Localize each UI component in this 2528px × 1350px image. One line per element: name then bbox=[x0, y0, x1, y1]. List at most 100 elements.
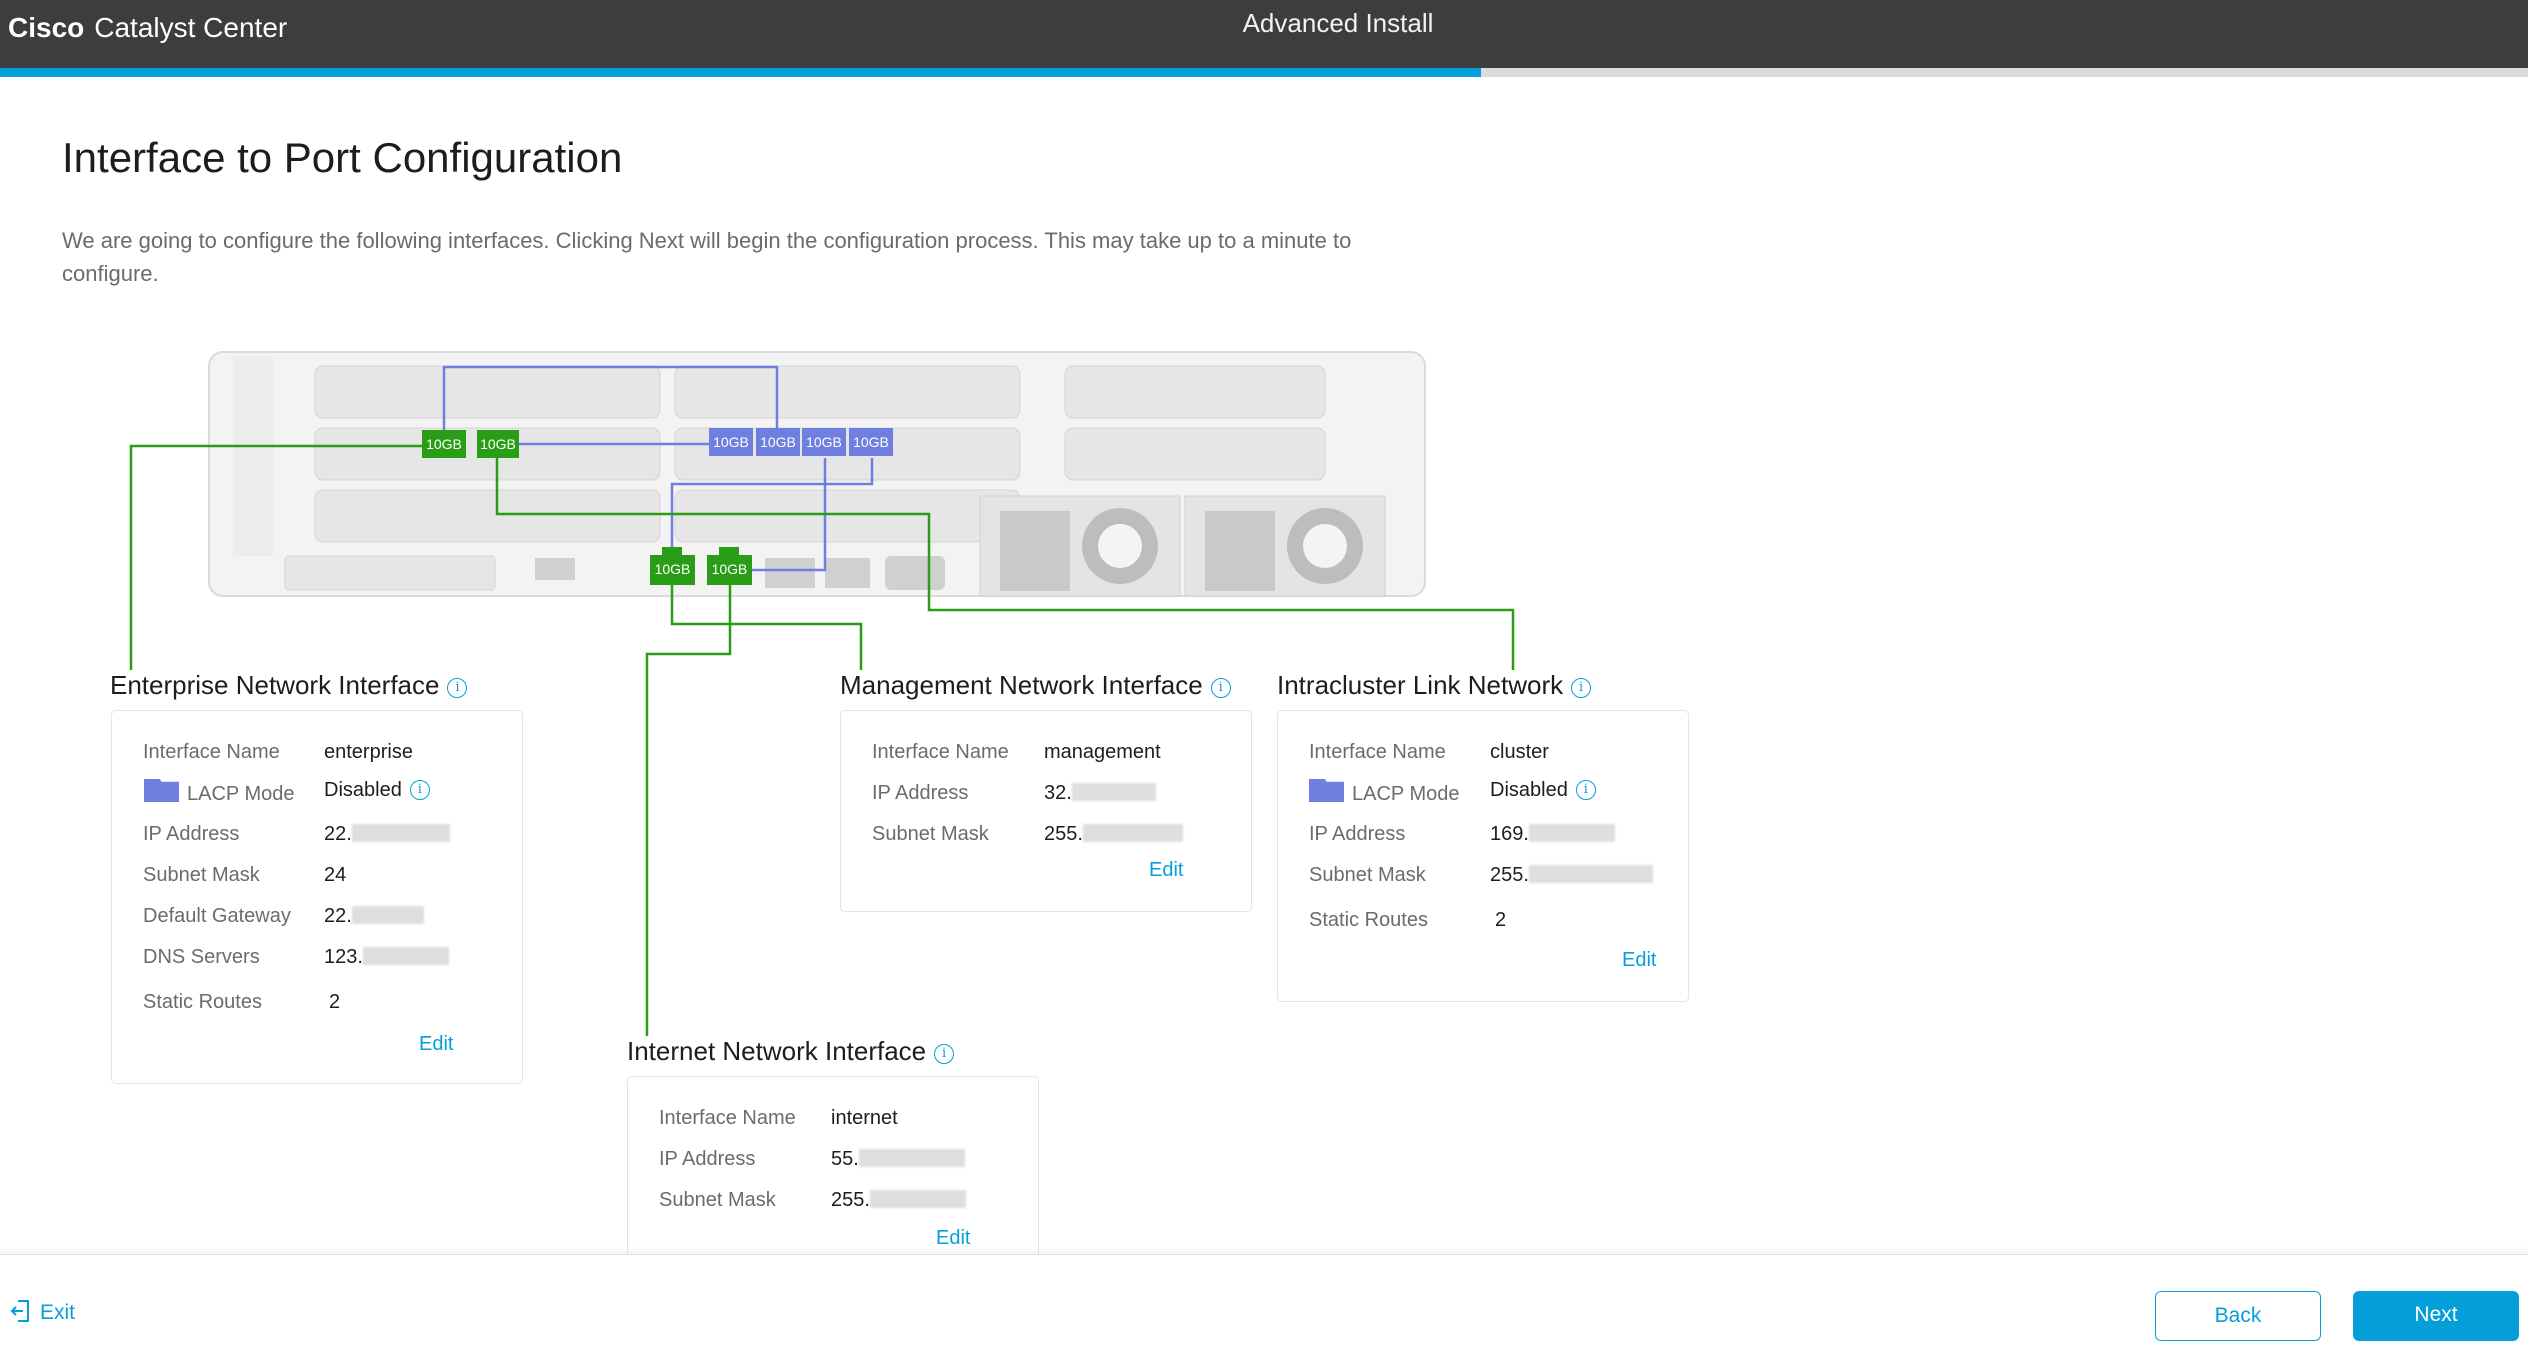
redacted-value bbox=[1528, 865, 1653, 883]
static-routes-link[interactable]: 2 bbox=[329, 991, 340, 1014]
wizard-footer: Exit Back Next bbox=[0, 1254, 2528, 1350]
port-10gb-internet[interactable]: 10GB bbox=[707, 547, 752, 585]
server-rear-panel-image bbox=[208, 351, 1426, 597]
exit-icon bbox=[10, 1300, 29, 1322]
field-label: Subnet Mask bbox=[1309, 864, 1426, 886]
page-description: We are going to configure the following … bbox=[62, 228, 1352, 286]
internet-link bbox=[645, 585, 732, 1036]
power-supply-2 bbox=[1184, 495, 1386, 597]
info-icon[interactable]: i bbox=[1210, 678, 1231, 698]
field-label: Subnet Mask bbox=[143, 864, 260, 886]
redacted-value bbox=[351, 906, 424, 924]
ip-prefix: 22. bbox=[324, 823, 352, 845]
management-interface-card: Interface Name management IP Address 32. S… bbox=[840, 710, 1252, 912]
enterprise-subnet-row: Subnet Mask 24 bbox=[143, 864, 346, 887]
field-value: 255. bbox=[831, 1189, 966, 1212]
next-button[interactable]: Next bbox=[2353, 1291, 2519, 1341]
lacp-value: Disabled bbox=[1490, 779, 1568, 801]
field-label: Interface Name bbox=[1309, 741, 1446, 763]
ip-prefix: 32. bbox=[1044, 782, 1072, 804]
wizard-progress-bar bbox=[0, 68, 2528, 77]
field-label: Default Gateway bbox=[143, 905, 291, 927]
ip-prefix: 169. bbox=[1490, 823, 1529, 845]
exit-label: Exit bbox=[40, 1301, 76, 1324]
field-label: Subnet Mask bbox=[659, 1189, 776, 1211]
back-button[interactable]: Back bbox=[2155, 1291, 2321, 1341]
field-label: Interface Name bbox=[659, 1107, 796, 1129]
cluster-title-text: Intracluster Link Network bbox=[1277, 670, 1564, 700]
field-value: enterprise bbox=[324, 741, 413, 763]
cluster-ip-row: IP Address 169. bbox=[1309, 823, 1615, 846]
field-label: Static Routes bbox=[1309, 909, 1428, 931]
enterprise-interface-card: Interface Name enterprise LACP Mode Disabl… bbox=[111, 710, 523, 1084]
redacted-value bbox=[1528, 824, 1615, 842]
cluster-interface-name-row: Interface Name cluster bbox=[1309, 741, 1549, 764]
field-label: IP Address bbox=[143, 823, 240, 845]
field-value: 169. bbox=[1490, 823, 1615, 846]
port-10gb-enterprise[interactable]: 10GB bbox=[422, 430, 466, 458]
field-value: 32. bbox=[1044, 782, 1156, 805]
field-label: LACP Mode bbox=[187, 783, 295, 805]
field-label: IP Address bbox=[1309, 823, 1406, 845]
port-10gb-unassigned-2[interactable]: 10GB bbox=[756, 428, 800, 456]
ip-prefix: 123. bbox=[324, 946, 363, 968]
wizard-progress-fill bbox=[0, 68, 1482, 77]
power-supply-1 bbox=[979, 495, 1181, 597]
app-header: Cisco Catalyst Center Advanced Install bbox=[0, 0, 2528, 68]
cluster-routes-row: Static Routes 2 bbox=[1309, 909, 1506, 932]
enterprise-routes-row: Static Routes 2 bbox=[143, 991, 340, 1014]
lacp-value: Disabled bbox=[324, 779, 402, 801]
field-label: IP Address bbox=[872, 782, 969, 804]
port-10gb-management[interactable]: 10GB bbox=[650, 547, 695, 585]
field-label: LACP Mode bbox=[1352, 783, 1460, 805]
folder-icon bbox=[1309, 779, 1344, 802]
port-10gb-unassigned-1[interactable]: 10GB bbox=[709, 428, 753, 456]
field-label: Static Routes bbox=[143, 991, 262, 1013]
port-10gb-cluster[interactable]: 10GB bbox=[477, 430, 519, 458]
cluster-lacp-row: LACP Mode Disabled i bbox=[1309, 779, 1596, 806]
enterprise-section-title: Enterprise Network Interface i bbox=[110, 670, 468, 701]
field-value: 123. bbox=[324, 946, 449, 969]
field-value: 24 bbox=[324, 864, 347, 886]
page-title: Interface to Port Configuration bbox=[62, 134, 623, 181]
port-10gb-unassigned-4[interactable]: 10GB bbox=[849, 428, 893, 456]
field-value: Disabled i bbox=[1490, 779, 1596, 802]
info-icon[interactable]: i bbox=[1575, 780, 1596, 800]
exit-button[interactable]: Exit bbox=[10, 1299, 75, 1325]
field-value: 55. bbox=[831, 1148, 965, 1171]
field-label: Subnet Mask bbox=[872, 823, 989, 845]
field-value: management bbox=[1044, 741, 1161, 763]
enterprise-edit-link[interactable]: Edit bbox=[419, 1033, 453, 1056]
field-value: 255. bbox=[1490, 864, 1653, 887]
internet-edit-link[interactable]: Edit bbox=[936, 1227, 970, 1250]
internet-interface-name-row: Interface Name internet bbox=[659, 1107, 898, 1130]
ip-prefix: 255. bbox=[831, 1189, 870, 1211]
field-label: IP Address bbox=[659, 1148, 756, 1170]
static-routes-link[interactable]: 2 bbox=[1495, 909, 1506, 932]
management-interface-name-row: Interface Name management bbox=[872, 741, 1161, 764]
management-edit-link[interactable]: Edit bbox=[1149, 859, 1183, 882]
enterprise-interface-name-row: Interface Name enterprise bbox=[143, 741, 413, 764]
field-value: Disabled i bbox=[324, 779, 430, 802]
enterprise-title-text: Enterprise Network Interface bbox=[110, 670, 440, 700]
redacted-value bbox=[362, 947, 449, 965]
field-label: DNS Servers bbox=[143, 946, 260, 968]
field-value: 255. bbox=[1044, 823, 1183, 846]
enterprise-ip-row: IP Address 22. bbox=[143, 823, 450, 846]
cluster-edit-link[interactable]: Edit bbox=[1622, 949, 1656, 972]
field-value: 22. bbox=[324, 823, 450, 846]
info-icon[interactable]: i bbox=[409, 780, 430, 800]
enterprise-gateway-row: Default Gateway 22. bbox=[143, 905, 424, 928]
folder-icon bbox=[144, 779, 179, 802]
info-icon[interactable]: i bbox=[447, 678, 468, 698]
management-title-text: Management Network Interface bbox=[840, 670, 1203, 700]
ip-prefix: 22. bbox=[324, 905, 352, 927]
redacted-value bbox=[351, 824, 450, 842]
info-icon[interactable]: i bbox=[1571, 678, 1592, 698]
cluster-subnet-row: Subnet Mask 255. bbox=[1309, 864, 1653, 887]
info-icon[interactable]: i bbox=[934, 1044, 955, 1064]
internet-section-title: Internet Network Interface i bbox=[627, 1036, 955, 1067]
port-10gb-unassigned-3[interactable]: 10GB bbox=[802, 428, 846, 456]
ip-prefix: 55. bbox=[831, 1148, 859, 1170]
internet-subnet-row: Subnet Mask 255. bbox=[659, 1189, 966, 1212]
